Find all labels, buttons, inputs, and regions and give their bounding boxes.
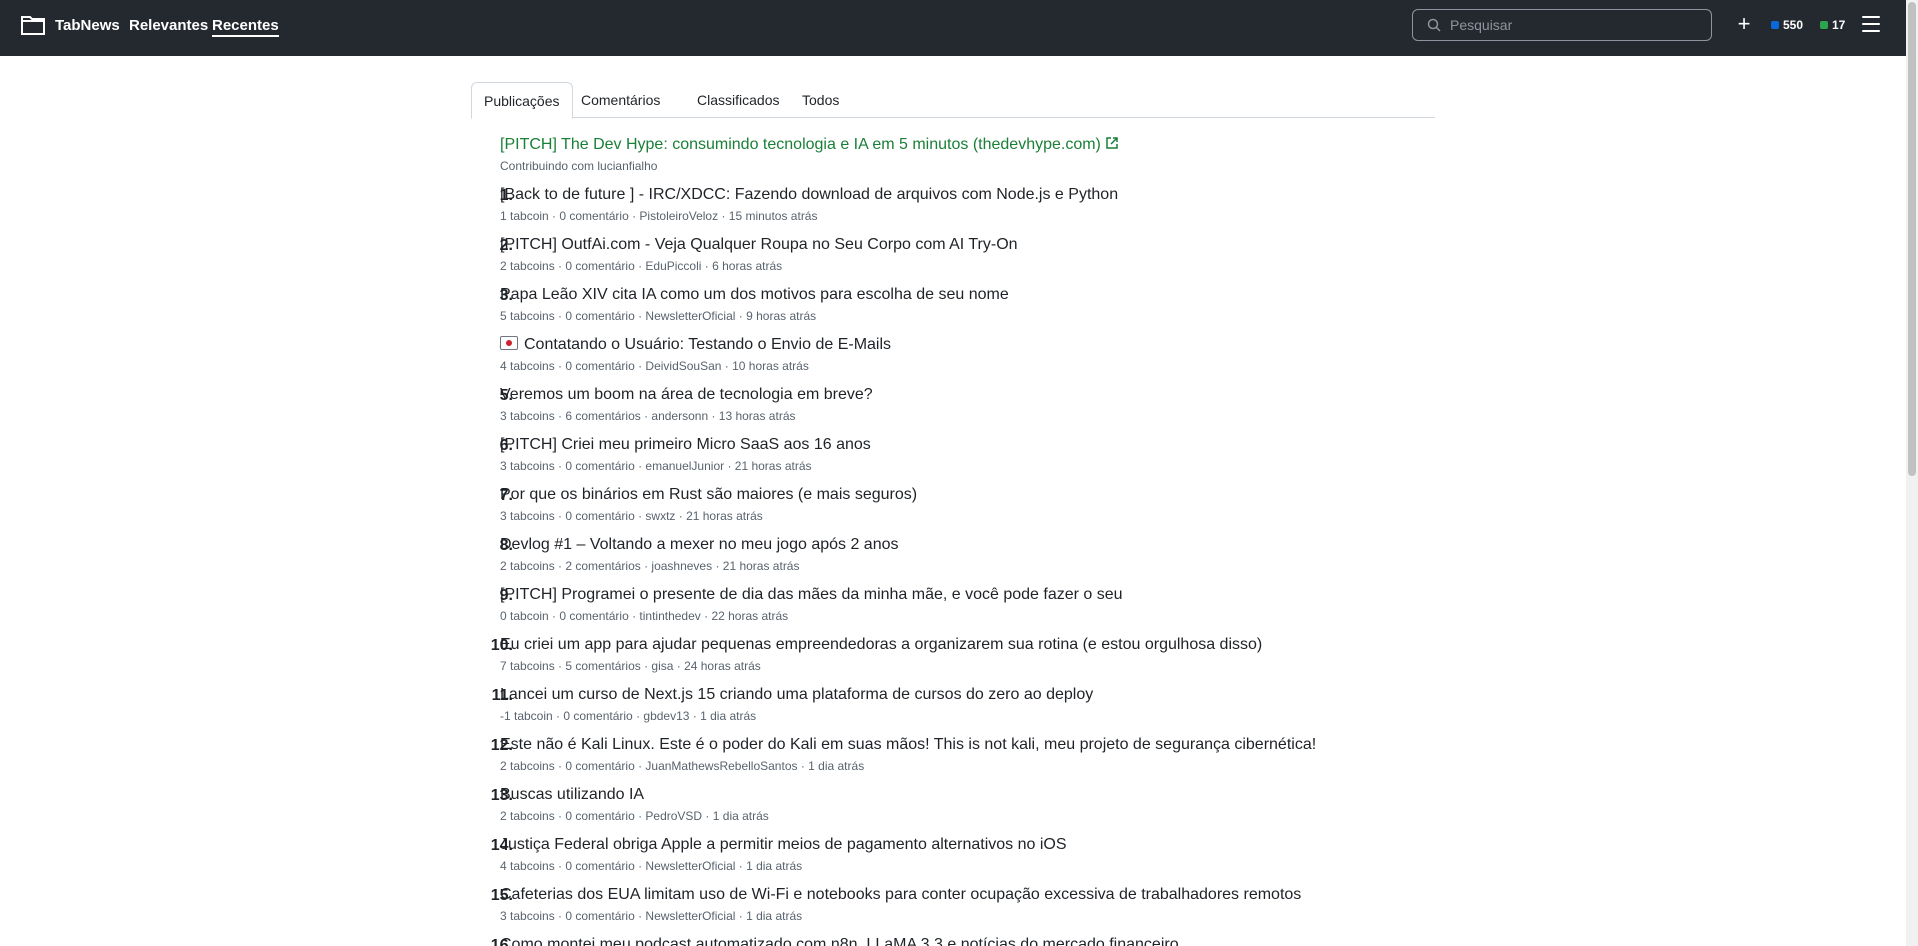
list-item: 5. Veremos um boom na área de tecnologia… — [471, 386, 1371, 436]
search-box[interactable] — [1412, 9, 1712, 41]
post-meta: 3 tabcoins · 0 comentário · swxtz · 21 h… — [500, 509, 763, 523]
tabcash-counter: 17 — [1820, 18, 1845, 32]
post-title[interactable]: Este não é Kali Linux. Este é o poder do… — [500, 736, 1316, 754]
list-item: 8. Devlog #1 – Voltando a mexer no meu j… — [471, 536, 1371, 586]
post-meta: 3 tabcoins · 6 comentários · andersonn ·… — [500, 409, 796, 423]
tabcoins-counter: 550 — [1771, 18, 1803, 32]
post-title[interactable]: Como montei meu podcast automatizado com… — [500, 936, 1179, 946]
post-meta: 7 tabcoins · 5 comentários · gisa · 24 h… — [500, 659, 761, 673]
post-list: [PITCH] The Dev Hype: consumindo tecnolo… — [471, 136, 1371, 946]
post-meta: 4 tabcoins · 0 comentário · NewsletterOf… — [500, 859, 803, 873]
tab-comentarios[interactable]: Comentários — [569, 82, 672, 118]
post-title[interactable]: Cafeterias dos EUA limitam uso de Wi-Fi … — [500, 886, 1301, 904]
tab-publicacoes[interactable]: Publicações — [471, 82, 573, 119]
tabcoins-square-icon — [1771, 21, 1779, 29]
nav-relevantes[interactable]: Relevantes — [129, 17, 208, 34]
tabcash-square-icon — [1820, 21, 1828, 29]
list-item: 1. [Back to de future ] - IRC/XDCC: Faze… — [471, 186, 1371, 236]
post-meta: 2 tabcoins · 0 comentário · JuanMathewsR… — [500, 759, 865, 773]
post-title[interactable]: [PITCH] Criei meu primeiro Micro SaaS ao… — [500, 436, 871, 454]
top-navbar: TabNews Relevantes Recentes + 550 17 — [0, 0, 1906, 56]
sponsored-post-meta: Contribuindo com lucianfialho — [500, 159, 658, 173]
post-meta: 2 tabcoins · 2 comentários · joashneves … — [500, 559, 800, 573]
new-post-plus-icon[interactable]: + — [1735, 13, 1753, 35]
post-meta: 0 tabcoin · 0 comentário · tintinthedev … — [500, 609, 789, 623]
post-title[interactable]: [PITCH] OutfAi.com - Veja Qualquer Roupa… — [500, 236, 1018, 254]
list-item: 15. Cafeterias dos EUA limitam uso de Wi… — [471, 886, 1371, 936]
external-link-icon — [1106, 137, 1118, 149]
tabcoins-value: 550 — [1783, 18, 1804, 32]
post-title[interactable]: Veremos um boom na área de tecnologia em… — [500, 386, 873, 404]
post-title[interactable]: Devlog #1 – Voltando a mexer no meu jogo… — [500, 536, 899, 554]
list-item: 10. Eu criei um app para ajudar pequenas… — [471, 636, 1371, 686]
image-thumbnail-icon — [500, 336, 518, 350]
list-item: 3. Papa Leão XIV cita IA como um dos mot… — [471, 286, 1371, 336]
post-title[interactable]: Por que os binários em Rust são maiores … — [500, 486, 917, 504]
sponsored-post-title-text: [PITCH] The Dev Hype: consumindo tecnolo… — [500, 136, 1101, 153]
list-item: 6. [PITCH] Criei meu primeiro Micro SaaS… — [471, 436, 1371, 486]
search-input[interactable] — [1450, 15, 1700, 35]
list-item: 16. Como montei meu podcast automatizado… — [471, 936, 1371, 946]
brand-link[interactable]: TabNews — [55, 17, 120, 34]
post-meta: 4 tabcoins · 0 comentário · DeividSouSan… — [500, 359, 809, 373]
post-meta: 2 tabcoins · 0 comentário · PedroVSD · 1… — [500, 809, 769, 823]
post-meta: 3 tabcoins · 0 comentário · emanuelJunio… — [500, 459, 812, 473]
list-item: 14. Justiça Federal obriga Apple a permi… — [471, 836, 1371, 886]
nav-recentes[interactable]: Recentes — [212, 17, 279, 37]
sponsored-post-title[interactable]: [PITCH] The Dev Hype: consumindo tecnolo… — [500, 136, 1119, 154]
tab-todos[interactable]: Todos — [790, 82, 851, 118]
list-item: 13. Buscas utilizando IA 2 tabcoins · 0 … — [471, 786, 1371, 836]
list-item: 12. Este não é Kali Linux. Este é o pode… — [471, 736, 1371, 786]
hamburger-menu-icon[interactable] — [1862, 16, 1882, 32]
sponsored-post: [PITCH] The Dev Hype: consumindo tecnolo… — [471, 136, 1371, 186]
content-tabs: Publicações Comentários Classificados To… — [471, 82, 1435, 119]
post-meta: 5 tabcoins · 0 comentário · NewsletterOf… — [500, 309, 817, 323]
post-title[interactable]: Contatando o Usuário: Testando o Envio d… — [500, 336, 891, 354]
scrollbar-thumb[interactable] — [1908, 2, 1916, 476]
tabcash-value: 17 — [1832, 18, 1846, 32]
search-icon — [1427, 18, 1441, 32]
list-item: 7. Por que os binários em Rust são maior… — [471, 486, 1371, 536]
list-item: 9. [PITCH] Programei o presente de dia d… — [471, 586, 1371, 636]
post-meta: 1 tabcoin · 0 comentário · PistoleiroVel… — [500, 209, 818, 223]
post-title[interactable]: [PITCH] Programei o presente de dia das … — [500, 586, 1123, 604]
post-meta: 3 tabcoins · 0 comentário · NewsletterOf… — [500, 909, 803, 923]
post-title-text: Contatando o Usuário: Testando o Envio d… — [524, 336, 892, 353]
tab-classificados[interactable]: Classificados — [685, 82, 791, 118]
post-title[interactable]: [Back to de future ] - IRC/XDCC: Fazendo… — [500, 186, 1118, 204]
folder-logo-icon[interactable] — [20, 14, 46, 36]
list-item: 4. Contatando o Usuário: Testando o Envi… — [471, 336, 1371, 386]
post-title[interactable]: Justiça Federal obriga Apple a permitir … — [500, 836, 1067, 854]
post-meta: 2 tabcoins · 0 comentário · EduPiccoli ·… — [500, 259, 783, 273]
list-item: 11. Lancei um curso de Next.js 15 criand… — [471, 686, 1371, 736]
post-title[interactable]: Papa Leão XIV cita IA como um dos motivo… — [500, 286, 1009, 304]
post-title[interactable]: Eu criei um app para ajudar pequenas emp… — [500, 636, 1262, 654]
post-title[interactable]: Buscas utilizando IA — [500, 786, 644, 804]
post-meta: -1 tabcoin · 0 comentário · gbdev13 · 1 … — [500, 709, 757, 723]
post-title[interactable]: Lancei um curso de Next.js 15 criando um… — [500, 686, 1093, 704]
list-item: 2. [PITCH] OutfAi.com - Veja Qualquer Ro… — [471, 236, 1371, 286]
vertical-scrollbar[interactable] — [1906, 0, 1918, 946]
